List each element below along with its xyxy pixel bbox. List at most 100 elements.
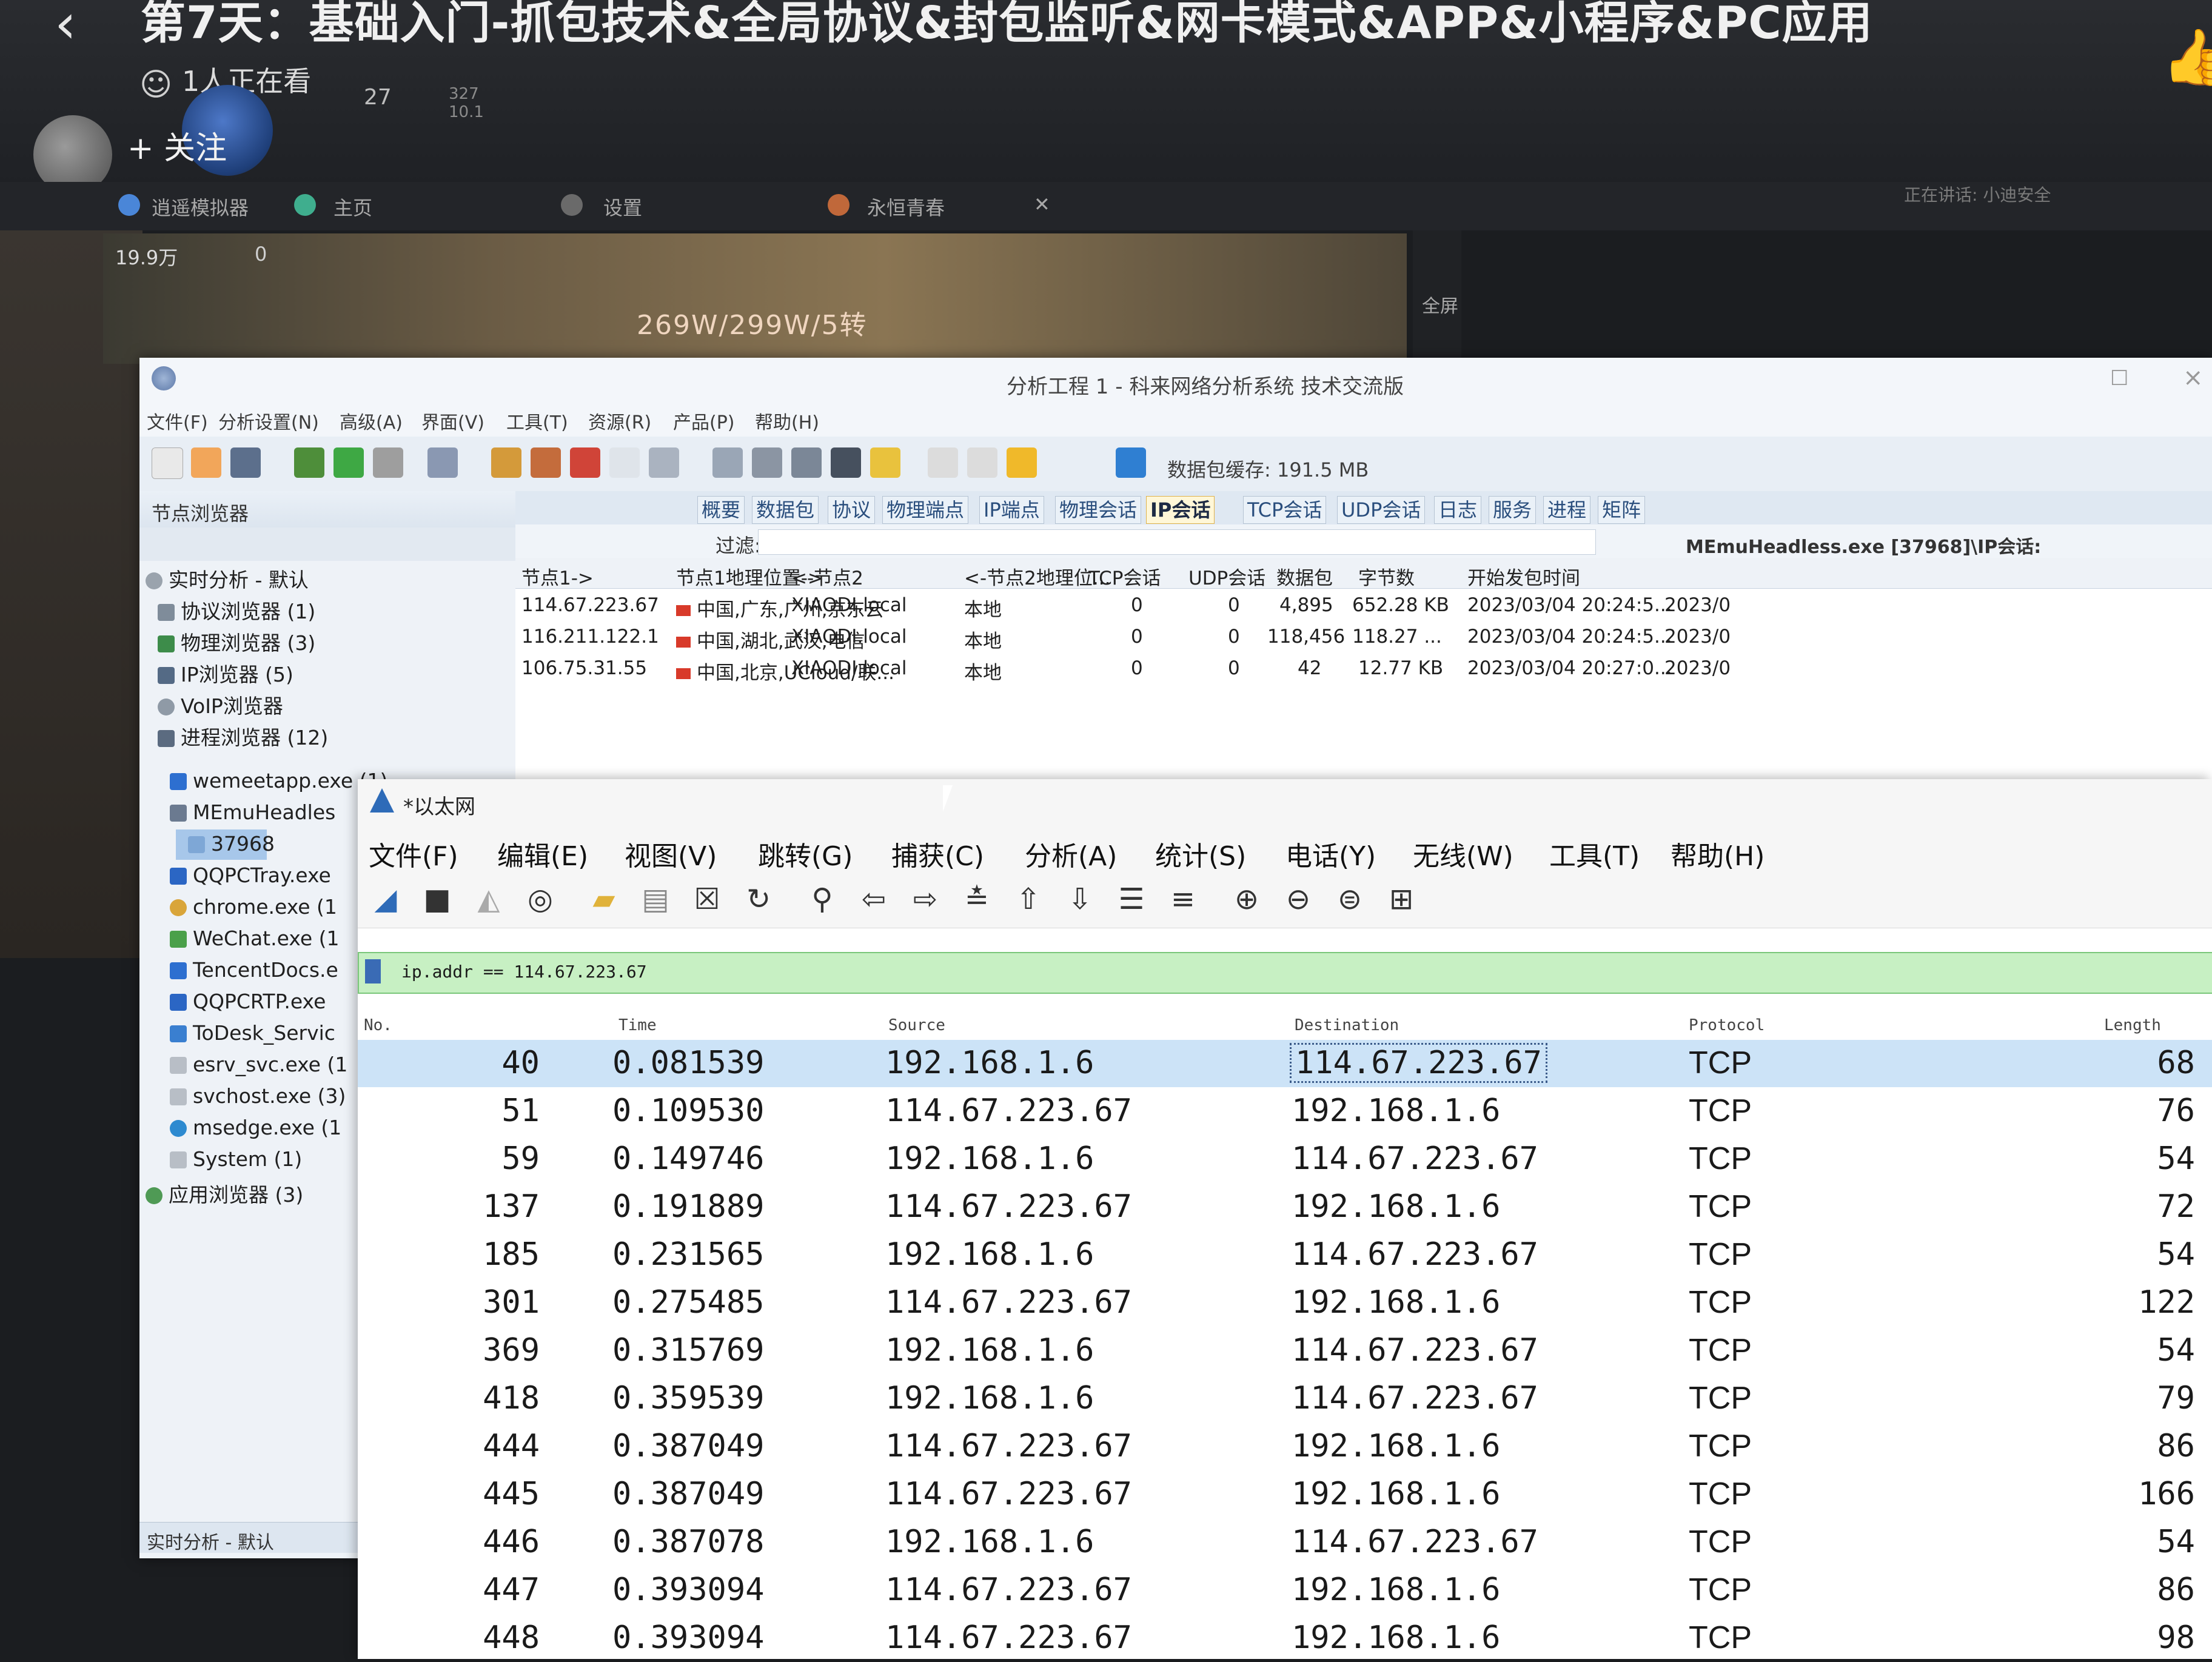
ws-menu-go[interactable]: 跳转(G) xyxy=(758,834,853,873)
warning-icon[interactable] xyxy=(1007,447,1037,478)
tab-ip-endpoint[interactable]: IP端点 xyxy=(979,496,1044,524)
restart-capture-icon[interactable]: ◭ xyxy=(473,883,504,915)
trash-icon[interactable] xyxy=(712,447,743,478)
col-length[interactable]: Length xyxy=(2104,1016,2161,1034)
col-udp[interactable]: UDP会话 xyxy=(1188,563,1265,590)
packet-row[interactable]: 446 0.387078 192.168.1.6 114.67.223.67 TCP 54 xyxy=(358,1519,2212,1566)
stop-icon[interactable] xyxy=(373,447,403,478)
save-icon[interactable] xyxy=(230,447,261,478)
back-arrow-icon[interactable]: ‹ xyxy=(55,0,97,55)
capture-icon[interactable] xyxy=(294,447,324,478)
col-tcp[interactable]: TCP会话 xyxy=(1088,563,1161,590)
packet-row[interactable]: 418 0.359539 192.168.1.6 114.67.223.67 TCP 79 xyxy=(358,1375,2212,1422)
packet-row[interactable]: 137 0.191889 114.67.223.67 192.168.1.6 TCP 72 xyxy=(358,1184,2212,1231)
col-no[interactable]: No. xyxy=(364,1016,392,1034)
shield-icon[interactable] xyxy=(1116,447,1146,478)
fullscreen-button[interactable]: 全屏 xyxy=(1422,291,1458,318)
ws-menu-help[interactable]: 帮助(H) xyxy=(1671,834,1765,873)
tab-physical-conv[interactable]: 物理会话 xyxy=(1055,496,1142,524)
thumbs-up-icon[interactable]: 👍 xyxy=(2162,24,2212,91)
autoscroll-icon[interactable]: ☰ xyxy=(1116,883,1147,915)
menu-resources[interactable]: 资源(R) xyxy=(588,407,651,434)
menu-file[interactable]: 文件(F) xyxy=(147,407,208,434)
ws-menu-wireless[interactable]: 无线(W) xyxy=(1413,834,1513,873)
document-icon[interactable] xyxy=(967,447,997,478)
table-row[interactable]: 106.75.31.55 中国,北京,UCloud/联... XIAODI.lo… xyxy=(515,652,2212,684)
zoom-out-icon[interactable]: ⊖ xyxy=(1282,883,1314,915)
folder-icon[interactable] xyxy=(870,447,900,478)
tab-process[interactable]: 进程 xyxy=(1543,496,1591,524)
edit-icon[interactable] xyxy=(928,447,958,478)
tab-tcp-conv[interactable]: TCP会话 xyxy=(1243,496,1327,524)
packet-row[interactable]: 445 0.387049 114.67.223.67 192.168.1.6 TCP 16… xyxy=(358,1471,2212,1518)
tab-summary[interactable]: 概要 xyxy=(697,496,745,524)
chart-icon[interactable] xyxy=(791,447,822,478)
packet-row[interactable]: 185 0.231565 192.168.1.6 114.67.223.67 TCP 54 xyxy=(358,1231,2212,1279)
game-view[interactable] xyxy=(103,233,1407,364)
resize-columns-icon[interactable]: ⊞ xyxy=(1386,883,1417,915)
tree-item-pid[interactable]: 37968 xyxy=(188,832,275,856)
tree-item-voip[interactable]: VoIP浏览器 xyxy=(158,690,283,719)
tree-item-realtime[interactable]: 实时分析 - 默认 xyxy=(146,564,309,593)
table-row[interactable]: 114.67.223.67 中国,广东,广州,京东云 XIAODI.local … xyxy=(515,589,2212,621)
tree-item-protocol[interactable]: 协议浏览器 (1) xyxy=(158,595,315,625)
ws-menu-file[interactable]: 文件(F) xyxy=(369,834,458,873)
tree-item-msedge[interactable]: msedge.exe (1 xyxy=(170,1116,341,1139)
forward-icon[interactable]: ⇨ xyxy=(910,883,941,915)
ws-menu-view[interactable]: 视图(V) xyxy=(625,834,717,873)
menu-tools[interactable]: 工具(T) xyxy=(506,407,568,434)
first-packet-icon[interactable]: ⇧ xyxy=(1013,883,1044,915)
search-icon[interactable] xyxy=(831,447,861,478)
tree-item-chrome[interactable]: chrome.exe (1 xyxy=(170,895,337,919)
tab-matrix[interactable]: 矩阵 xyxy=(1598,496,1646,524)
packet-row[interactable]: 301 0.275485 114.67.223.67 192.168.1.6 TCP 12… xyxy=(358,1279,2212,1327)
follow-button[interactable]: + 关注 xyxy=(127,127,227,170)
tab-physical-endpoint[interactable]: 物理端点 xyxy=(882,496,969,524)
packet-row[interactable]: 444 0.387049 114.67.223.67 192.168.1.6 TCP 86 xyxy=(358,1423,2212,1470)
packets-icon[interactable] xyxy=(491,447,521,478)
ws-menu-analyze[interactable]: 分析(A) xyxy=(1025,834,1117,873)
search-icon[interactable]: ⚲ xyxy=(806,883,838,915)
col-node2[interactable]: <-节点2 xyxy=(791,563,863,590)
tree-item-qqpctray[interactable]: QQPCTray.exe xyxy=(170,863,331,887)
window-icon[interactable] xyxy=(609,447,640,478)
menu-analysis-settings[interactable]: 分析设置(N) xyxy=(218,407,319,434)
col-destination[interactable]: Destination xyxy=(1295,1016,1399,1034)
packet-row[interactable]: 40 0.081539 192.168.1.6 114.67.223.67 TCP 68 xyxy=(358,1040,2212,1087)
table-row[interactable]: 116.211.122.1 中国,湖北,武汉,电信 XIAODI.local 本… xyxy=(515,621,2212,652)
tab-log[interactable]: 日志 xyxy=(1434,496,1482,524)
packet-row[interactable]: 369 0.315769 192.168.1.6 114.67.223.67 TCP 54 xyxy=(358,1327,2212,1375)
close-icon[interactable]: ✕ xyxy=(1034,193,1050,216)
normal-size-icon[interactable]: ⊜ xyxy=(1334,883,1366,915)
tree-item-wechat[interactable]: WeChat.exe (1 xyxy=(170,926,340,950)
back-icon[interactable]: ⇦ xyxy=(858,883,890,915)
tree-item-apps[interactable]: 应用浏览器 (3) xyxy=(146,1179,303,1208)
tree-item-memu[interactable]: MEmuHeadles xyxy=(170,800,335,824)
col-start-time[interactable]: 开始发包时间 xyxy=(1467,563,1580,590)
tree-item-qqpcrtp[interactable]: QQPCRTP.exe xyxy=(170,990,326,1013)
tab-udp-conv[interactable]: UDP会话 xyxy=(1337,496,1426,524)
start-icon[interactable] xyxy=(333,447,364,478)
bookmark-icon[interactable] xyxy=(365,959,381,983)
menu-help[interactable]: 帮助(H) xyxy=(755,407,819,434)
col-node1[interactable]: 节点1-> xyxy=(521,563,594,590)
capture-options-icon[interactable]: ◎ xyxy=(525,883,556,915)
packet-row[interactable]: 447 0.393094 114.67.223.67 192.168.1.6 TCP 86 xyxy=(358,1567,2212,1614)
tab-service[interactable]: 服务 xyxy=(1489,496,1537,524)
col-time[interactable]: Time xyxy=(618,1016,657,1034)
zoom-in-icon[interactable]: ⊕ xyxy=(1231,883,1262,915)
tree-item-esrv[interactable]: esrv_svc.exe (1 xyxy=(170,1053,347,1076)
tools-icon[interactable] xyxy=(531,447,561,478)
ws-menu-tools[interactable]: 工具(T) xyxy=(1549,834,1640,873)
tab-packets[interactable]: 数据包 xyxy=(752,496,819,524)
open-folder-icon[interactable]: ▰ xyxy=(588,883,620,915)
save-file-icon[interactable]: ▤ xyxy=(640,883,671,915)
go-to-packet-icon[interactable]: ≛ xyxy=(961,883,993,915)
tree-item-svchost[interactable]: svchost.exe (3) xyxy=(170,1084,346,1108)
emulator-home[interactable]: 主页 xyxy=(333,193,372,221)
packet-row[interactable]: 51 0.109530 114.67.223.67 192.168.1.6 TCP 76 xyxy=(358,1088,2212,1135)
col-bytes[interactable]: 字节数 xyxy=(1358,563,1415,590)
menu-view[interactable]: 界面(V) xyxy=(421,407,484,434)
packet-row[interactable]: 448 0.393094 114.67.223.67 192.168.1.6 TCP 98 xyxy=(358,1615,2212,1662)
filter-input[interactable] xyxy=(758,529,1596,555)
